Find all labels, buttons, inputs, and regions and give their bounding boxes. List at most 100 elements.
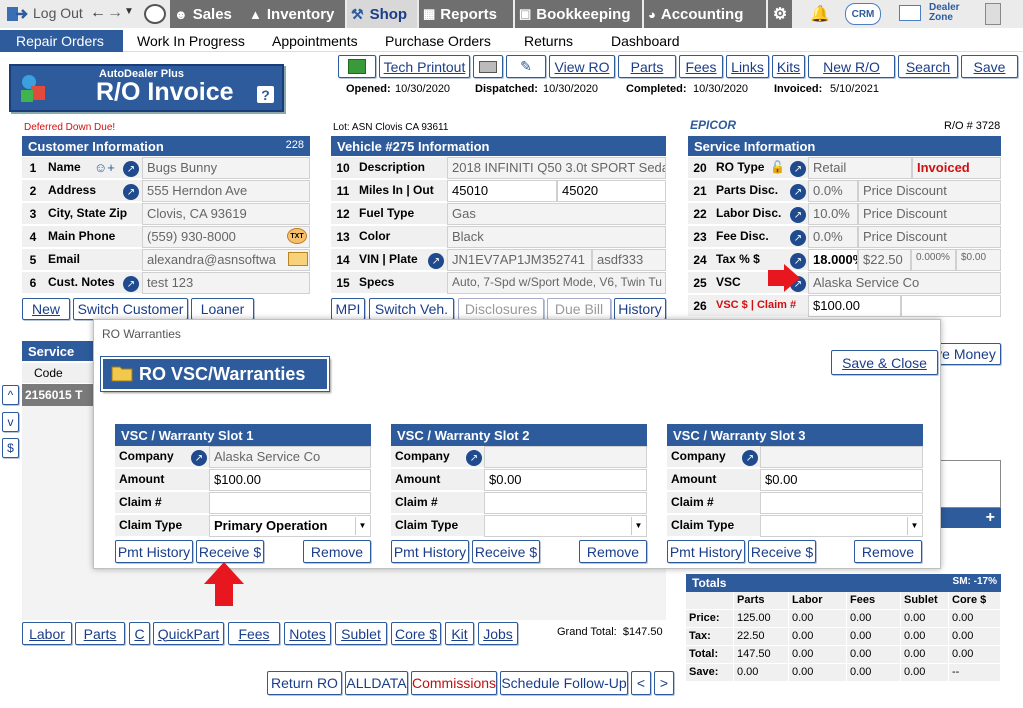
slot1-remove-button[interactable]: Remove [303, 540, 371, 563]
address-link-icon[interactable]: ↗ [123, 184, 139, 200]
settings-gear-icon[interactable]: ⚙ [768, 0, 792, 28]
nav-inventory[interactable]: ▲ Inventory [245, 0, 345, 28]
nav-sales[interactable]: ☻ Sales [170, 0, 245, 28]
slot1-company-link-icon[interactable]: ↗ [191, 450, 207, 466]
slot3-claim-field[interactable] [760, 492, 923, 514]
labor-disc-field[interactable]: 10.0% [808, 203, 858, 225]
calculator-icon[interactable] [985, 3, 1001, 25]
slot2-dropdown-arrow-icon[interactable]: ▼ [631, 517, 645, 535]
nav-reports[interactable]: ▦ Reports [419, 0, 513, 28]
subnav-returns[interactable]: Returns [524, 33, 573, 49]
slot1-pmt-history-button[interactable]: Pmt History [115, 540, 193, 563]
kits-button[interactable]: Kits [772, 55, 805, 78]
fee-disc-field[interactable]: 0.0% [808, 226, 858, 248]
slot3-company-field[interactable] [760, 446, 923, 468]
labor-disc-link-icon[interactable]: ↗ [790, 207, 806, 223]
tax-rate-field[interactable]: 18.000% [808, 249, 858, 271]
slot1-dropdown-arrow-icon[interactable]: ▼ [355, 517, 369, 535]
save-close-button[interactable]: Save & Close [831, 350, 938, 375]
switch-customer-button[interactable]: Switch Customer [73, 298, 188, 320]
ro-type-link-icon[interactable]: ↗ [790, 161, 806, 177]
plate-field[interactable]: asdf333 [592, 249, 666, 271]
slot2-company-link-icon[interactable]: ↗ [466, 450, 482, 466]
slot3-claim-type-select[interactable] [760, 515, 923, 537]
add-contact-icon[interactable]: ☺+ [94, 160, 115, 175]
fuel-type-field[interactable]: Gas [447, 203, 666, 225]
due-bill-button[interactable]: Due Bill [547, 298, 611, 320]
links-button[interactable]: Links [726, 55, 769, 78]
search-button[interactable]: Search [898, 55, 958, 78]
customer-name-field[interactable]: Bugs Bunny [142, 157, 310, 179]
add-plus-icon[interactable]: + [940, 508, 1001, 528]
email-envelope-icon[interactable] [288, 252, 308, 266]
notes-button[interactable]: Notes [284, 622, 331, 645]
fees-button[interactable]: Fees [679, 55, 723, 78]
history-dropdown-icon[interactable]: ▼ [124, 6, 134, 17]
save-button[interactable]: Save [961, 55, 1018, 78]
specs-field[interactable]: Auto, 7-Spd w/Sport Mode, V6, Twin Tu [447, 272, 666, 294]
slot1-amount-field[interactable]: $100.00 [209, 469, 371, 491]
labor-button[interactable]: Labor [22, 622, 72, 645]
logout-icon[interactable] [6, 5, 28, 23]
c-button[interactable]: C [129, 622, 150, 645]
view-ro-button[interactable]: View RO [549, 55, 615, 78]
slot3-pmt-history-button[interactable]: Pmt History [667, 540, 745, 563]
history-button[interactable]: History [614, 298, 666, 320]
printer-button[interactable] [473, 55, 503, 78]
slot2-company-field[interactable] [484, 446, 647, 468]
sublet-button[interactable]: Sublet [335, 622, 387, 645]
notification-bell-icon[interactable]: 🔔 [810, 4, 830, 24]
logout-link[interactable]: Log Out [33, 5, 83, 21]
description-field[interactable]: 2018 INFINITI Q50 3.0t SPORT Sedan 4I [447, 157, 666, 179]
switch-vehicle-button[interactable]: Switch Veh. [369, 298, 454, 320]
parts-disc-field[interactable]: 0.0% [808, 180, 858, 202]
parts-tab-button[interactable]: Parts [75, 622, 125, 645]
miles-out-field[interactable]: 45020 [557, 180, 666, 202]
cust-notes-field[interactable]: test 123 [142, 272, 310, 294]
kit-button[interactable]: Kit [445, 622, 474, 645]
move-down-button[interactable]: v [2, 412, 19, 432]
schedule-follow-up-button[interactable]: Schedule Follow-Up [500, 671, 628, 695]
jobs-button[interactable]: Jobs [478, 622, 518, 645]
slot1-claim-type-select[interactable]: Primary Operation [209, 515, 371, 537]
slot3-dropdown-arrow-icon[interactable]: ▼ [907, 517, 921, 535]
slot2-amount-field[interactable]: $0.00 [484, 469, 647, 491]
loaner-button[interactable]: Loaner [191, 298, 254, 320]
slot3-remove-button[interactable]: Remove [854, 540, 922, 563]
parts-button[interactable]: Parts [618, 55, 676, 78]
help-icon[interactable]: ? [257, 86, 274, 103]
new-customer-button[interactable]: New [22, 298, 70, 320]
move-up-button[interactable]: ^ [2, 385, 19, 405]
slot3-company-link-icon[interactable]: ↗ [742, 450, 758, 466]
service-ro-row[interactable]: 2156015 T [22, 384, 96, 406]
nav-bookkeeping[interactable]: ▣ Bookkeeping [515, 0, 642, 28]
email-field[interactable]: alexandra@asnsoftwa [142, 249, 310, 271]
back-icon[interactable]: ← [90, 4, 106, 22]
slot2-remove-button[interactable]: Remove [579, 540, 647, 563]
vin-field[interactable]: JN1EV7AP1JM352741 [447, 249, 592, 271]
export-excel-button[interactable] [338, 55, 376, 78]
nav-shop[interactable]: ⚒ Shop [347, 0, 417, 28]
fee-disc-link-icon[interactable]: ↗ [790, 230, 806, 246]
vsc-field[interactable]: Alaska Service Co [808, 272, 1001, 294]
quickpart-button[interactable]: QuickPart [153, 622, 224, 645]
tech-printout-button[interactable]: Tech Printout [379, 55, 470, 78]
main-phone-field[interactable]: (559) 930-8000 [142, 226, 310, 248]
slot3-receive-button[interactable]: Receive $ [748, 540, 816, 563]
slot2-receive-button[interactable]: Receive $ [472, 540, 540, 563]
slot1-claim-field[interactable] [209, 492, 371, 514]
mpi-button[interactable]: MPI [331, 298, 365, 320]
address-field[interactable]: 555 Herndon Ave [142, 180, 310, 202]
miles-in-field[interactable]: 45010 [447, 180, 557, 202]
slot2-claim-type-select[interactable] [484, 515, 647, 537]
signature-button[interactable]: ✎ [506, 55, 546, 78]
tax-rate2-field[interactable]: 0.000% [911, 249, 956, 271]
nav-accounting[interactable]: ◕ Accounting [644, 0, 766, 28]
ro-type-field[interactable]: Retail [808, 157, 912, 179]
cust-notes-link-icon[interactable]: ↗ [123, 276, 139, 292]
vin-link-icon[interactable]: ↗ [428, 253, 444, 269]
user-avatar-icon[interactable] [144, 4, 166, 24]
lock-icon[interactable]: 🔓 [770, 160, 785, 174]
slot1-company-field[interactable]: Alaska Service Co [209, 446, 371, 468]
vsc-amount-field[interactable]: $100.00 [808, 295, 901, 317]
